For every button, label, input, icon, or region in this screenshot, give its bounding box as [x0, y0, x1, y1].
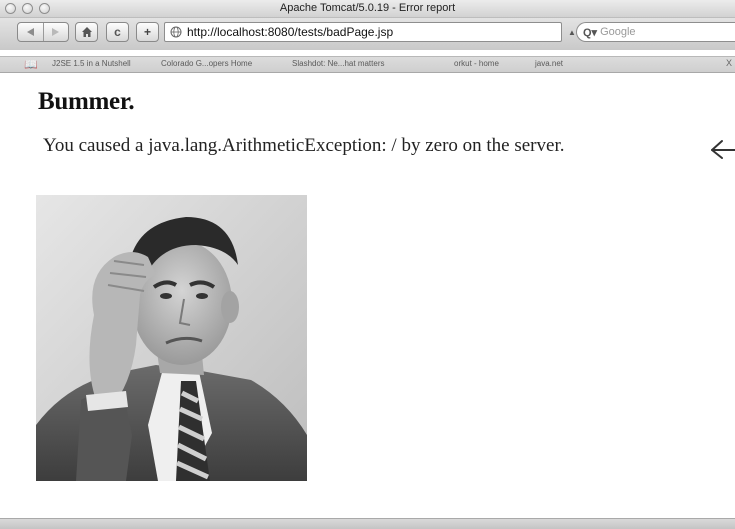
search-icon: Q▾	[583, 26, 598, 39]
close-bookmarks-icon[interactable]: X	[726, 58, 732, 68]
distressed-man-photo	[36, 195, 307, 481]
browser-window: Apache Tomcat/5.0.19 - Error report c +	[0, 0, 735, 529]
bookmarks-book-icon[interactable]: 📖	[24, 58, 38, 71]
search-field[interactable]: Q▾ Google	[576, 22, 735, 42]
forward-arrow-icon	[52, 28, 60, 36]
plus-icon: +	[143, 25, 151, 39]
title-bar: Apache Tomcat/5.0.19 - Error report	[0, 0, 735, 18]
toolbar: c + http://localhost:8080/tests/badPage.…	[0, 18, 735, 50]
bookmark-item[interactable]: Colorado G...opers Home	[161, 59, 252, 68]
forward-button[interactable]	[44, 23, 69, 41]
bookmark-item[interactable]: orkut - home	[454, 59, 499, 68]
reload-button[interactable]: c	[106, 22, 129, 42]
url-text: http://localhost:8080/tests/badPage.jsp	[187, 25, 394, 39]
page-heading: Bummer.	[38, 88, 135, 115]
add-bookmark-button[interactable]: +	[136, 22, 159, 42]
home-button[interactable]	[75, 22, 98, 42]
status-bar	[0, 518, 735, 529]
arrow-pointer-icon	[711, 140, 735, 159]
reload-icon: c	[114, 25, 121, 39]
home-icon	[81, 27, 92, 37]
error-message: You caused a java.lang.ArithmeticExcepti…	[43, 135, 565, 156]
search-placeholder: Google	[600, 26, 636, 38]
caret-up-icon: ▲	[568, 28, 576, 37]
back-forward-buttons	[17, 22, 69, 42]
bookmarks-bar: 📖 J2SE 1.5 in a Nutshell Colorado G...op…	[0, 56, 735, 73]
bookmark-item[interactable]: java.net	[535, 59, 563, 68]
globe-icon	[170, 26, 182, 38]
window-title: Apache Tomcat/5.0.19 - Error report	[279, 2, 456, 14]
address-bar[interactable]: http://localhost:8080/tests/badPage.jsp	[164, 22, 562, 42]
back-arrow-icon	[26, 28, 34, 36]
bookmark-item[interactable]: J2SE 1.5 in a Nutshell	[52, 59, 131, 68]
bookmark-item[interactable]: Slashdot: Ne...hat matters	[292, 59, 385, 68]
back-button[interactable]	[18, 23, 44, 41]
